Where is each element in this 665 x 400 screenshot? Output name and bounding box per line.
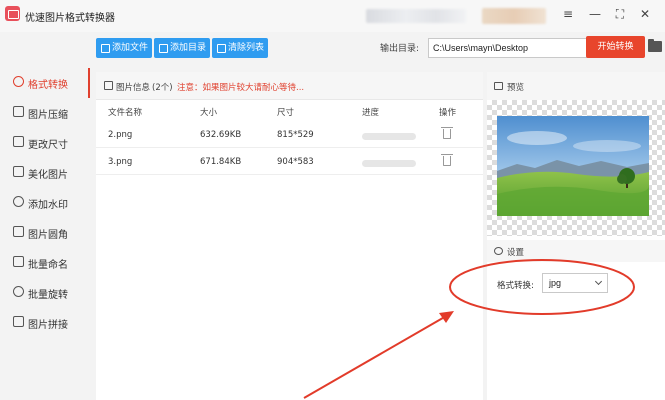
image-info-icon	[104, 81, 113, 90]
sidebar-item-rename[interactable]: 批量命名	[0, 248, 90, 278]
rotate-icon	[13, 286, 24, 297]
sidebar-item-label: 图片压缩	[28, 110, 68, 121]
info-bar: 图片信息 (2个) 注意：如果图片较大请耐心等待...	[96, 72, 483, 100]
info-label: 图片信息	[116, 83, 151, 93]
format-convert-icon	[13, 76, 24, 87]
delete-icon[interactable]	[441, 127, 453, 139]
format-select[interactable]: jpg	[542, 273, 608, 293]
sidebar-item-format-convert[interactable]: 格式转换	[0, 68, 90, 98]
settings-header: 设置	[487, 240, 665, 262]
sidebar-item-label: 更改尺寸	[28, 140, 68, 151]
sidebar-item-label: 添加水印	[28, 200, 68, 211]
file-dims: 815*529	[277, 130, 314, 140]
title-bar: 优速图片格式转换器 ≡ — ⛶ ✕	[0, 0, 665, 32]
sidebar-item-resize[interactable]: 更改尺寸	[0, 128, 90, 158]
beautify-icon	[13, 166, 24, 177]
settings-body: 格式转换: jpg	[487, 262, 665, 310]
column-header: 文件名称	[108, 108, 143, 118]
landscape-image	[497, 116, 649, 216]
app-title: 优速图片格式转换器	[25, 13, 115, 24]
watermark-icon	[13, 196, 24, 207]
menu-icon[interactable]: ≡	[560, 6, 576, 22]
clear-list-button[interactable]: 清除列表	[212, 38, 268, 58]
sidebar-item-compress[interactable]: 图片压缩	[0, 98, 90, 128]
format-label: 格式转换:	[497, 281, 534, 291]
sidebar-item-round-corner[interactable]: 图片圆角	[0, 218, 90, 248]
progress-bar	[362, 133, 416, 140]
app-logo-icon	[5, 6, 20, 21]
preview-header: 预览	[487, 72, 665, 100]
sidebar-item-label: 图片拼接	[28, 320, 68, 331]
info-note: 注意：如果图片较大请耐心等待...	[177, 83, 305, 93]
file-size: 671.84KB	[200, 157, 242, 167]
chevron-down-icon	[594, 277, 603, 286]
info-count: (2个)	[152, 83, 173, 93]
right-panel: 预览 设置 格式转换: jpg	[487, 72, 665, 400]
blurred-user-avatar	[482, 8, 546, 24]
sidebar-item-rotate[interactable]: 批量旋转	[0, 278, 90, 308]
blurred-account-info	[366, 9, 466, 23]
sidebar-item-beautify[interactable]: 美化图片	[0, 158, 90, 188]
resize-icon	[13, 136, 24, 147]
add-folder-button[interactable]: 添加目录	[154, 38, 210, 58]
delete-icon[interactable]	[441, 154, 453, 166]
settings-label: 设置	[507, 248, 525, 258]
toolbar: 添加文件 添加目录 清除列表 输出目录: C:\Users\mayn\Deskt…	[90, 32, 665, 64]
sidebar-item-stitch[interactable]: 图片拼接	[0, 308, 90, 338]
round-corner-icon	[13, 226, 24, 237]
column-header: 操作	[439, 108, 457, 118]
compress-icon	[13, 106, 24, 117]
table-row[interactable]: 3.png 671.84KB 904*583	[96, 149, 483, 175]
file-name: 3.png	[108, 157, 133, 167]
output-dir-label: 输出目录:	[380, 44, 420, 54]
active-indicator	[88, 68, 90, 98]
sidebar-item-label: 批量命名	[28, 260, 68, 271]
sidebar-item-label: 批量旋转	[28, 290, 68, 301]
sidebar-item-label: 美化图片	[28, 170, 68, 181]
add-file-button[interactable]: 添加文件	[96, 38, 152, 58]
table-row[interactable]: 2.png 632.69KB 815*529	[96, 122, 483, 148]
stitch-icon	[13, 316, 24, 327]
table-header: 文件名称 大小 尺寸 进度 操作	[96, 100, 483, 122]
file-name: 2.png	[108, 130, 133, 140]
progress-bar	[362, 160, 416, 167]
folder-icon[interactable]	[648, 39, 662, 52]
sidebar: 格式转换 图片压缩 更改尺寸 美化图片 添加水印 图片圆角 批量命名 批量旋转 …	[0, 64, 90, 400]
preview-label: 预览	[507, 83, 525, 93]
minimize-icon[interactable]: —	[587, 6, 603, 22]
gear-icon	[494, 247, 503, 255]
sidebar-item-label: 图片圆角	[28, 230, 68, 241]
file-size: 632.69KB	[200, 130, 242, 140]
close-icon[interactable]: ✕	[637, 6, 653, 22]
start-convert-button[interactable]: 开始转换	[586, 36, 645, 58]
sidebar-item-label: 格式转换	[28, 80, 68, 91]
column-header: 进度	[362, 108, 380, 118]
rename-icon	[13, 256, 24, 267]
column-header: 大小	[200, 108, 218, 118]
sidebar-item-watermark[interactable]: 添加水印	[0, 188, 90, 218]
preview-image	[497, 116, 649, 216]
format-value: jpg	[549, 278, 562, 288]
preview-icon	[494, 82, 503, 90]
maximize-icon[interactable]: ⛶	[612, 6, 628, 22]
file-dims: 904*583	[277, 157, 314, 167]
column-header: 尺寸	[277, 108, 295, 118]
file-list-panel: 图片信息 (2个) 注意：如果图片较大请耐心等待... 文件名称 大小 尺寸 进…	[96, 72, 483, 400]
